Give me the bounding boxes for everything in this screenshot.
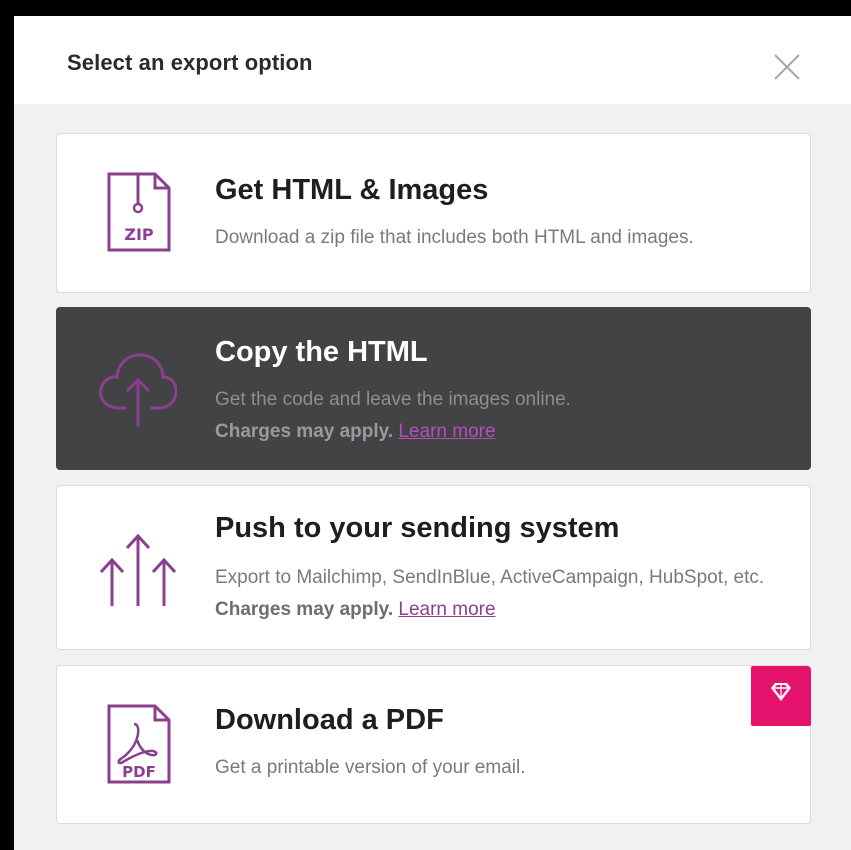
option-title: Copy the HTML bbox=[215, 336, 428, 368]
option-description-text: Get the code and leave the images online… bbox=[215, 389, 571, 410]
close-icon bbox=[774, 54, 800, 80]
diamond-icon bbox=[771, 683, 791, 701]
cloud-upload-icon bbox=[99, 353, 177, 426]
modal-header: Select an export option bbox=[14, 16, 851, 104]
export-option-push-sending-system[interactable]: Push to your sending system Export to Ma… bbox=[56, 485, 811, 650]
zip-file-icon: ZIP bbox=[107, 172, 171, 252]
pdf-file-label: PDF bbox=[122, 763, 156, 781]
option-title: Push to your sending system bbox=[215, 512, 620, 544]
option-description: Download a zip file that includes both H… bbox=[215, 227, 694, 248]
charges-note: Charges may apply. bbox=[215, 599, 394, 620]
pdf-file-icon: PDF bbox=[107, 704, 171, 784]
close-button[interactable] bbox=[772, 52, 802, 82]
option-description: Get a printable version of your email. bbox=[215, 757, 526, 778]
option-description: Get the code and leave the images online… bbox=[215, 384, 795, 448]
learn-more-link[interactable]: Learn more bbox=[398, 599, 495, 620]
option-title: Get HTML & Images bbox=[215, 174, 489, 206]
push-arrows-icon bbox=[99, 533, 177, 606]
option-description-text: Export to Mailchimp, SendInBlue, ActiveC… bbox=[215, 567, 765, 588]
zip-file-label: ZIP bbox=[124, 225, 154, 244]
option-title: Download a PDF bbox=[215, 704, 444, 736]
learn-more-link[interactable]: Learn more bbox=[398, 421, 495, 442]
modal-title: Select an export option bbox=[67, 50, 313, 75]
window-frame: Select an export option ZIP Get HTML & I… bbox=[0, 0, 851, 850]
charges-note: Charges may apply. bbox=[215, 421, 394, 442]
export-option-copy-html[interactable]: Copy the HTML Get the code and leave the… bbox=[56, 307, 811, 470]
export-option-download-pdf[interactable]: PDF Download a PDF Get a printable versi… bbox=[56, 665, 811, 824]
export-option-html-images[interactable]: ZIP Get HTML & Images Download a zip fil… bbox=[56, 133, 811, 293]
premium-badge[interactable] bbox=[751, 666, 811, 726]
option-description: Export to Mailchimp, SendInBlue, ActiveC… bbox=[215, 562, 795, 626]
export-modal: Select an export option ZIP Get HTML & I… bbox=[14, 16, 851, 850]
